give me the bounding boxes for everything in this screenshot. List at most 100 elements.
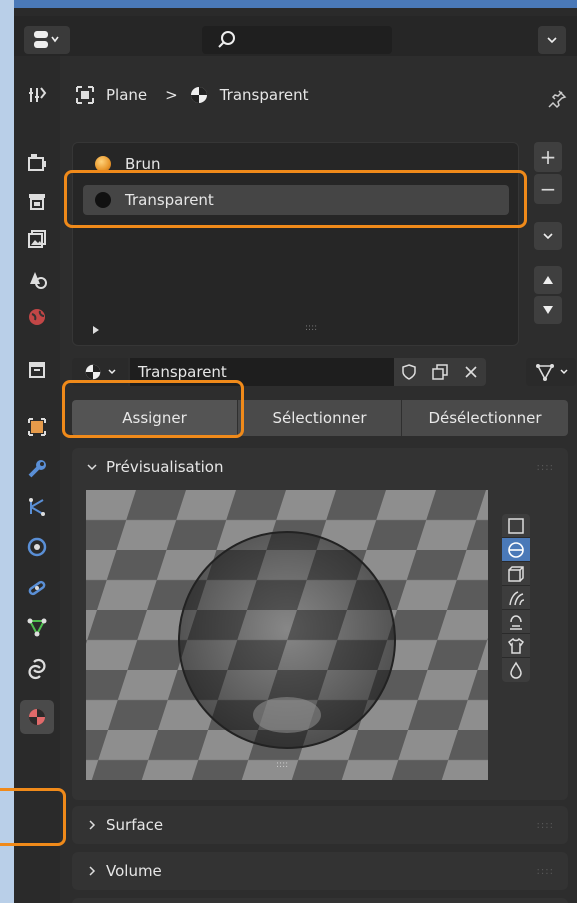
unlink-material-button[interactable]: [456, 358, 486, 386]
deselect-button[interactable]: Désélectionner: [402, 400, 568, 436]
move-slot-up-button[interactable]: [534, 266, 562, 294]
mesh-data-icon: [535, 364, 554, 381]
highlight-material-tab: [0, 788, 66, 846]
tab-constraints[interactable]: [20, 570, 54, 604]
volume-section-header[interactable]: Volume ::::: [72, 852, 568, 890]
expand-arrow-icon[interactable]: [91, 325, 101, 335]
highlight-active-slot: [64, 170, 527, 228]
close-icon: [465, 366, 477, 378]
shield-icon: [402, 364, 416, 380]
pin-icon[interactable]: [546, 88, 568, 110]
tab-texture[interactable]: [20, 652, 54, 686]
add-slot-button[interactable]: +: [534, 142, 562, 172]
options-dropdown-button[interactable]: [538, 26, 566, 54]
tab-particles[interactable]: [20, 490, 54, 524]
tab-world[interactable]: [20, 300, 54, 334]
chevron-down-icon: [108, 369, 116, 375]
preview-sphere-button[interactable]: [502, 538, 530, 562]
preview-resize-grip[interactable]: ::::: [276, 760, 288, 770]
particles-icon: [29, 498, 45, 516]
breadcrumb-object[interactable]: Plane: [106, 86, 147, 104]
breadcrumb-separator: >: [165, 86, 178, 104]
preview-image: [86, 490, 488, 780]
preview-cube-button[interactable]: [502, 562, 530, 586]
tab-view-layer[interactable]: [20, 222, 54, 256]
output-icon: [29, 194, 45, 210]
preview-fluid-button[interactable]: [502, 658, 530, 682]
slot-specials-button[interactable]: [534, 222, 562, 250]
fake-user-button[interactable]: [394, 358, 424, 386]
remove-slot-button[interactable]: −: [534, 174, 562, 204]
section-title: Volume: [106, 862, 162, 880]
section-title: Surface: [106, 816, 164, 834]
surface-section-header[interactable]: Surface ::::: [72, 806, 568, 844]
view-layer-icon: [28, 230, 46, 248]
preview-hair-button[interactable]: [502, 586, 530, 610]
tool-icon: [29, 87, 47, 102]
tab-physics[interactable]: [20, 530, 54, 564]
preview-header[interactable]: Prévisualisation ::::: [72, 448, 568, 486]
chevron-right-icon: [89, 820, 96, 830]
properties-tabs: [14, 56, 60, 903]
editor-header: [14, 16, 577, 56]
chevron-down-icon: [543, 233, 553, 240]
preview-shape-selector: [502, 514, 530, 682]
physics-icon: [27, 537, 47, 557]
duplicate-material-button[interactable]: [424, 358, 456, 386]
search-input[interactable]: [202, 26, 392, 54]
material-icon: [85, 364, 101, 380]
chevron-down-icon: [559, 369, 568, 375]
tab-data[interactable]: [20, 610, 54, 644]
constraints-icon: [28, 580, 46, 596]
drag-grip[interactable]: ::::: [537, 462, 554, 473]
sphere-icon: [508, 541, 524, 558]
scene-icon: [30, 272, 47, 289]
resize-grip[interactable]: ::::: [305, 323, 317, 333]
preview-cloth-button[interactable]: [502, 634, 530, 658]
tab-output[interactable]: [20, 184, 54, 218]
collection-icon: [29, 362, 45, 378]
preview-monkey-button[interactable]: [502, 610, 530, 634]
move-slot-down-button[interactable]: [534, 296, 562, 324]
mesh-object-icon: [76, 86, 94, 104]
plane-icon: [508, 517, 524, 534]
select-button[interactable]: Sélectionner: [238, 400, 402, 436]
chevron-down-icon: [87, 464, 97, 471]
texture-icon: [28, 658, 46, 680]
section-title: Prévisualisation: [106, 458, 224, 476]
tab-object[interactable]: [20, 410, 54, 444]
material-name-value: Transparent: [138, 363, 227, 381]
tab-collection[interactable]: [20, 352, 54, 386]
drag-grip[interactable]: ::::: [537, 866, 554, 877]
duplicate-icon: [432, 364, 448, 380]
render-icon: [28, 154, 46, 171]
preview-flat-button[interactable]: [502, 514, 530, 538]
tab-tool[interactable]: [20, 78, 54, 112]
slot-link-button[interactable]: [526, 358, 576, 386]
data-icon: [27, 618, 47, 637]
material-preview-render: ::::: [86, 490, 488, 780]
modifier-icon: [28, 460, 46, 478]
material-icon: [190, 87, 207, 103]
preview-panel: Prévisualisation ::::::::: [72, 448, 568, 800]
shirt-icon: [507, 637, 525, 654]
tab-material[interactable]: [20, 700, 54, 734]
properties-editor: Plane > Transparent Brun Transparent :::…: [14, 0, 577, 903]
monkey-icon: [510, 614, 522, 630]
search-icon: [218, 31, 235, 48]
next-section-header[interactable]: [72, 898, 568, 903]
editor-type-button[interactable]: [24, 26, 70, 54]
tab-render[interactable]: [20, 146, 54, 180]
cube-icon: [508, 565, 524, 582]
material-icon: [29, 709, 45, 725]
tab-modifier[interactable]: [20, 452, 54, 486]
drag-grip[interactable]: ::::: [537, 820, 554, 831]
chevron-down-icon: [547, 37, 557, 44]
editor-type-icon: [34, 31, 59, 48]
world-icon: [29, 309, 45, 325]
breadcrumb-material[interactable]: Transparent: [220, 86, 309, 104]
triangle-up-icon: [543, 276, 553, 284]
chevron-right-icon: [89, 866, 96, 876]
breadcrumb: Plane > Transparent: [74, 80, 309, 110]
tab-scene[interactable]: [20, 262, 54, 296]
